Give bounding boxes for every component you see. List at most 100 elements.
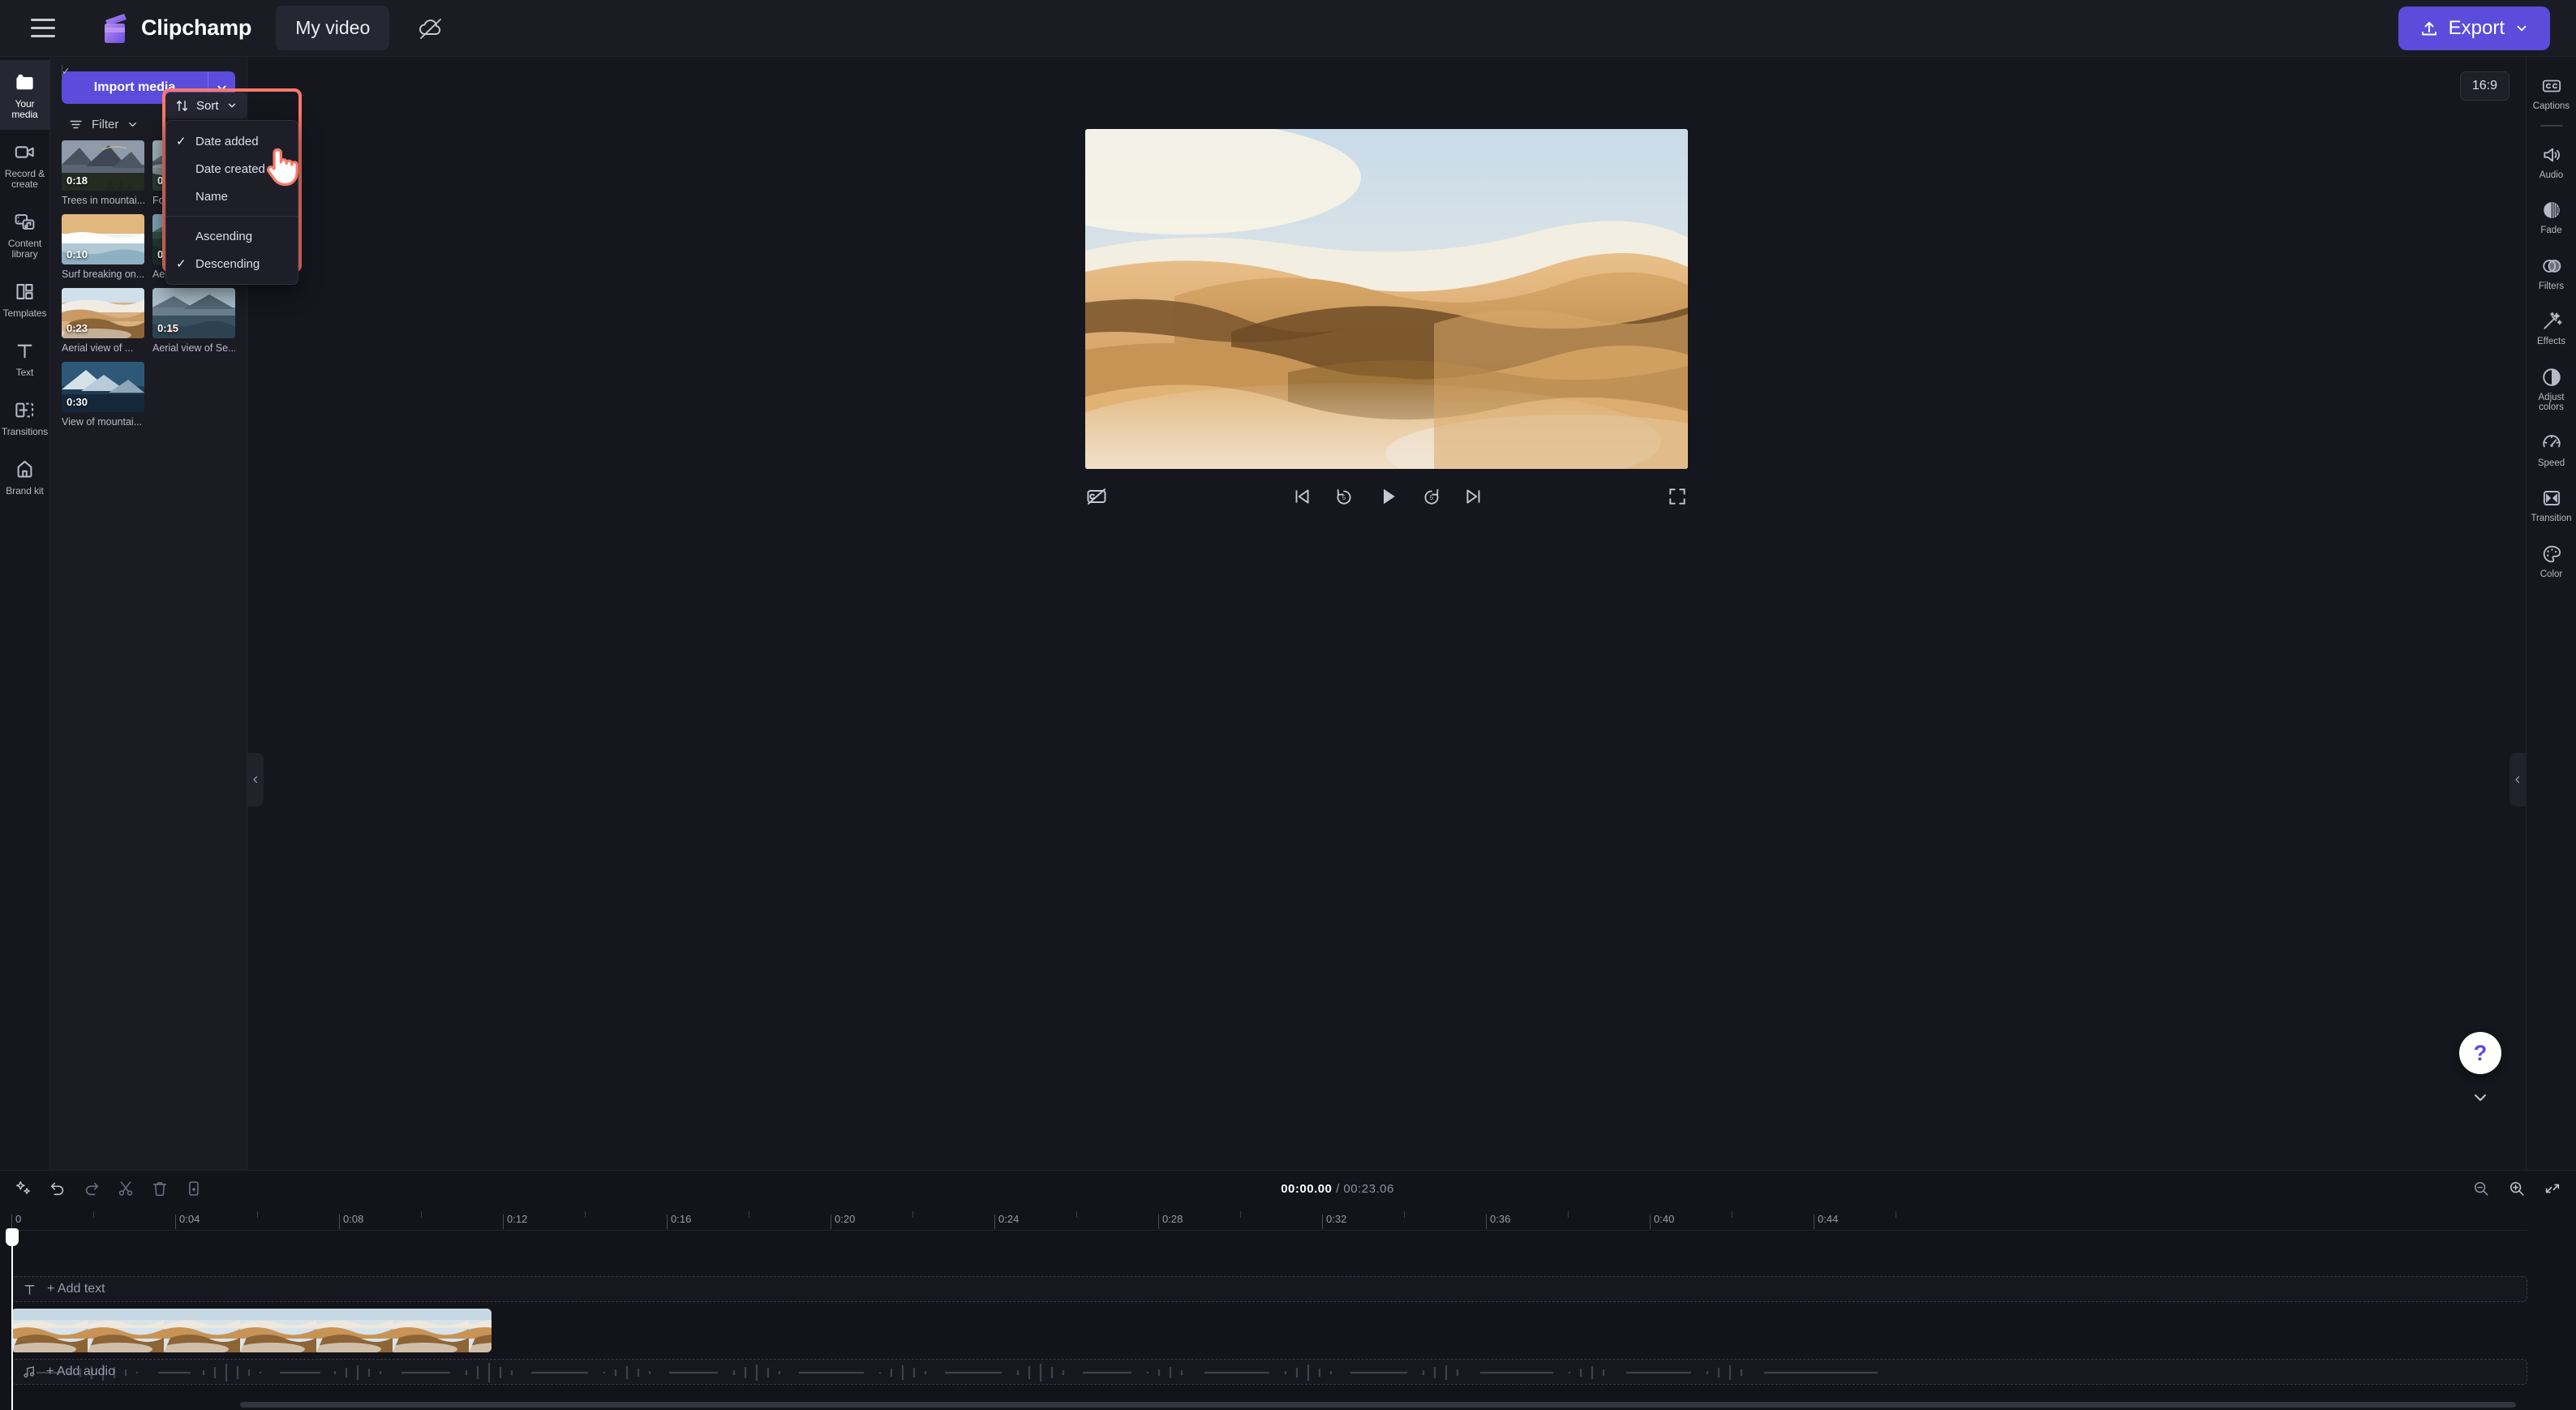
tool-label: Fade <box>2540 226 2562 235</box>
tool-captions[interactable]: Captions <box>2527 65 2576 121</box>
captions-off-icon[interactable] <box>1085 485 1108 508</box>
media-item[interactable]: 0:23 Aerial view of ... ✓ <box>62 65 144 354</box>
media-duration: 0:15 <box>157 322 179 334</box>
current-time: 00:00.00 <box>1281 1181 1333 1196</box>
sidebar-item-content-library[interactable]: Content library <box>0 200 50 269</box>
right-rail: Captions Audio Fade Filters Effects Adju… <box>2526 57 2576 1170</box>
media-name: Aerial view of ... ✓ <box>62 65 144 354</box>
playhead-handle[interactable] <box>6 1228 19 1246</box>
brand-name: Clipchamp <box>141 15 252 40</box>
ruler-label: 0:44 <box>1818 1213 1839 1225</box>
media-item[interactable]: 0:30 View of mountai... <box>62 362 144 428</box>
media-thumbnail[interactable]: 0:10 <box>62 214 144 264</box>
templates-icon <box>16 284 33 299</box>
clip-frame <box>316 1309 393 1352</box>
fit-timeline-icon[interactable] <box>2544 1180 2561 1197</box>
media-panel: Import media Filter 0:18 Trees in mounta… <box>50 57 302 1170</box>
cloud-off-icon[interactable] <box>407 5 454 52</box>
media-item[interactable]: 0:10 Surf breaking on... <box>62 214 144 280</box>
skip-to-end-icon[interactable] <box>1463 486 1484 507</box>
media-folder-icon <box>16 74 33 90</box>
closed-captions-icon <box>2542 80 2561 92</box>
collapse-panel-chevron-down-icon[interactable] <box>2471 1088 2490 1111</box>
tool-adjust-colors[interactable]: Adjust colors <box>2527 356 2576 422</box>
collapse-left-panel-button[interactable] <box>247 753 264 806</box>
play-button[interactable] <box>1376 484 1400 509</box>
tool-label: Transition <box>2531 514 2572 523</box>
duplicate-icon[interactable] <box>185 1180 203 1197</box>
sidebar-item-label: Text <box>15 367 34 378</box>
project-tab[interactable]: My video <box>276 6 390 50</box>
ruler-label: 0 <box>15 1213 22 1225</box>
transitions-icon <box>15 402 34 418</box>
sort-option-name[interactable]: Name <box>166 183 298 210</box>
media-item[interactable]: 0:18 Trees in mountai... <box>62 140 144 206</box>
sidebar-item-text[interactable]: Text <box>0 329 50 388</box>
sidebar-item-templates[interactable]: Templates <box>0 269 50 329</box>
delete-trash-icon[interactable] <box>151 1180 169 1197</box>
collapse-right-panel-button[interactable] <box>2509 753 2526 806</box>
forward-5s-icon[interactable]: 5 <box>1421 486 1442 507</box>
aspect-ratio-button[interactable]: 16:9 <box>2459 71 2509 101</box>
sidebar-item-label: Templates <box>2 307 47 319</box>
hamburger-icon[interactable] <box>21 6 65 50</box>
sidebar-item-transitions[interactable]: Transitions <box>0 388 50 447</box>
filter-label: Filter <box>92 118 119 131</box>
chevron-down-icon <box>129 122 137 127</box>
tool-label: Speed <box>2537 458 2565 468</box>
playhead[interactable] <box>6 1228 19 1410</box>
sort-option-label: Ascending <box>195 229 253 243</box>
brand: Clipchamp <box>99 12 251 45</box>
tool-audio[interactable]: Audio <box>2527 134 2576 190</box>
media-thumbnail[interactable]: 0:18 <box>62 140 144 191</box>
tool-label: Captions <box>2532 101 2570 111</box>
ruler-label: 0:20 <box>835 1213 856 1225</box>
tool-filters[interactable]: Filters <box>2527 245 2576 301</box>
video-clip[interactable] <box>11 1309 492 1352</box>
export-button[interactable]: Export <box>2398 6 2550 50</box>
magic-ai-icon[interactable] <box>15 1180 32 1197</box>
fullscreen-icon[interactable] <box>1667 486 1688 507</box>
zoom-out-icon[interactable] <box>2472 1180 2490 1197</box>
sort-button[interactable]: Sort <box>165 92 247 118</box>
add-audio-track[interactable]: + Add audio <box>11 1359 2527 1385</box>
sort-option-date-added[interactable]: ✓ Date added <box>166 127 298 155</box>
chevron-down-icon <box>2517 25 2527 31</box>
sort-option-label: Descending <box>195 256 260 271</box>
sidebar-item-brand-kit[interactable]: Brand kit <box>0 447 50 506</box>
zoom-in-icon[interactable] <box>2508 1180 2526 1197</box>
sort-option-date-created[interactable]: Date created <box>166 155 298 183</box>
media-item[interactable]: 0:15 Aerial view of Se... <box>152 288 235 354</box>
sort-option-label: Date created <box>195 161 265 176</box>
clipchamp-app: Clipchamp My video Export Your media Rec… <box>0 0 2576 1410</box>
timeline-horizontal-scrollbar[interactable] <box>240 1402 2516 1408</box>
add-text-track[interactable]: + Add text <box>11 1276 2527 1302</box>
media-thumbnail[interactable]: 0:30 <box>62 362 144 412</box>
tool-effects[interactable]: Effects <box>2527 300 2576 356</box>
tool-label: Audio <box>2539 170 2564 180</box>
media-thumbnail[interactable]: 0:23 <box>62 288 144 338</box>
timeline: 00:00.00 / 00:23.06 0 0:04 0:08 0:12 0:1… <box>0 1170 2576 1410</box>
tool-color[interactable]: Color <box>2527 533 2576 589</box>
clip-frame <box>88 1309 164 1352</box>
tool-speed[interactable]: Speed <box>2527 422 2576 478</box>
filter-icon <box>70 120 82 129</box>
sort-option-descending[interactable]: ✓ Descending <box>166 250 298 277</box>
redo-icon[interactable] <box>83 1180 101 1197</box>
split-scissors-icon[interactable] <box>117 1180 135 1197</box>
timeline-ruler[interactable]: 0 0:04 0:08 0:12 0:16 0:20 0:24 0:28 0:3 <box>11 1206 2527 1231</box>
ruler-label: 0:08 <box>343 1213 364 1225</box>
video-preview-stage[interactable] <box>1085 129 1688 469</box>
help-button[interactable]: ? <box>2459 1032 2501 1074</box>
sort-option-ascending[interactable]: Ascending <box>166 222 298 250</box>
export-label: Export <box>2448 16 2505 39</box>
sidebar-item-your-media[interactable]: Your media <box>0 60 50 130</box>
tool-fade[interactable]: Fade <box>2527 189 2576 245</box>
tool-transition[interactable]: Transition <box>2527 477 2576 533</box>
clip-frame <box>164 1309 240 1352</box>
skip-to-start-icon[interactable] <box>1291 486 1312 507</box>
sidebar-item-record-create[interactable]: Record & create <box>0 130 50 200</box>
undo-icon[interactable] <box>49 1180 67 1197</box>
media-thumbnail[interactable]: 0:15 <box>152 288 235 338</box>
rewind-5s-icon[interactable]: 5 <box>1333 486 1355 507</box>
